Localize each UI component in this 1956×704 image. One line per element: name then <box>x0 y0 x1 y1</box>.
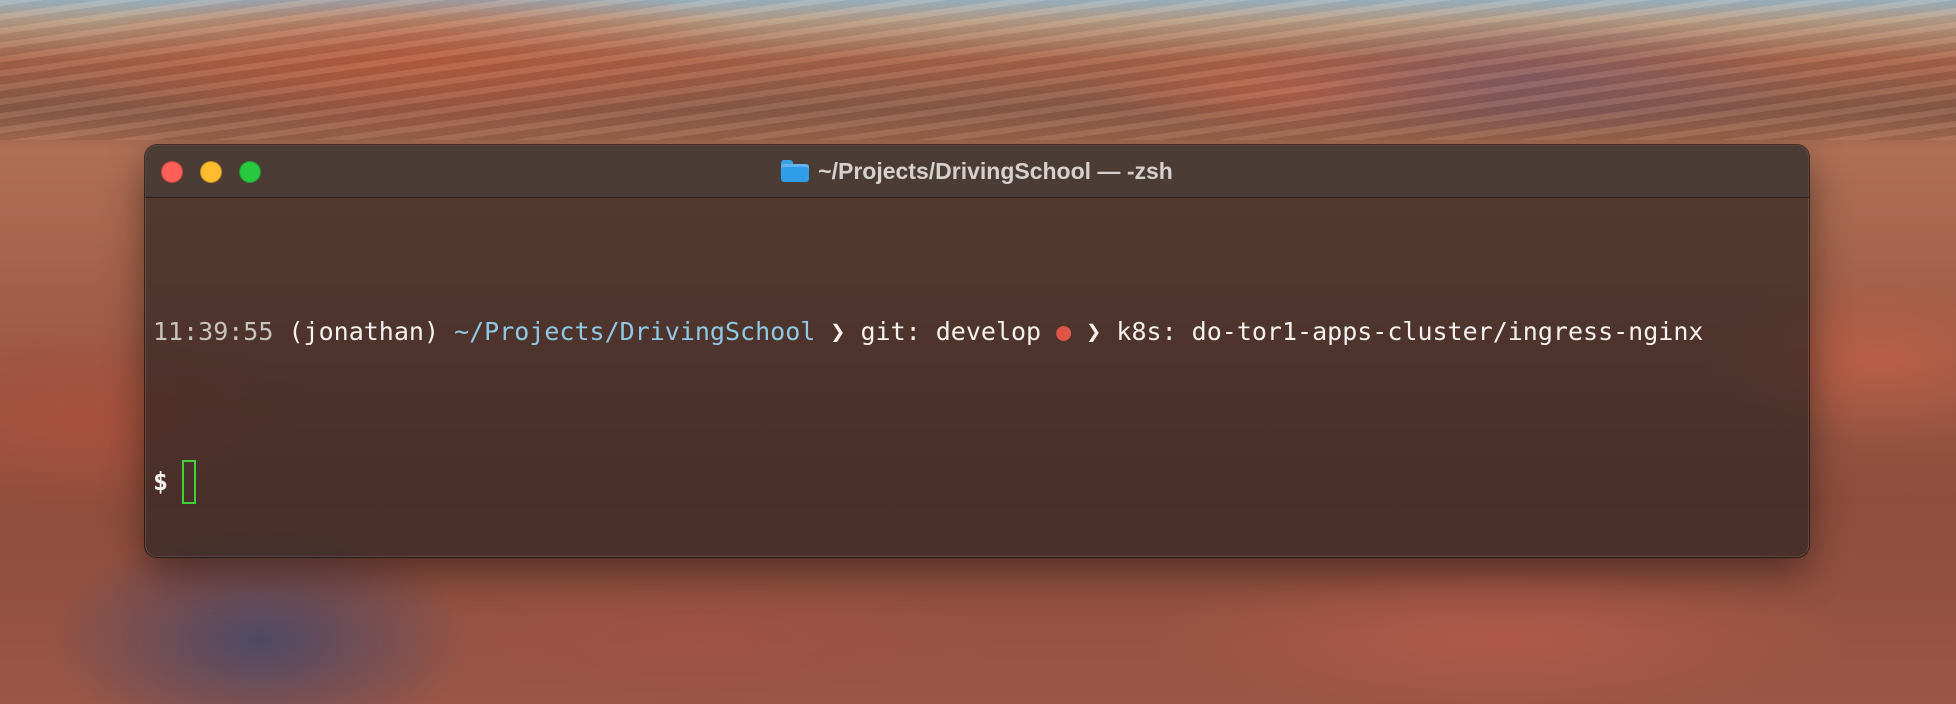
terminal-cursor[interactable] <box>182 460 197 504</box>
input-line[interactable]: $ <box>153 457 1801 507</box>
prompt-separator-2: ❯ <box>1086 317 1102 346</box>
prompt-line: 11:39:55 (jonathan) ~/Projects/DrivingSc… <box>153 307 1801 357</box>
prompt-separator: ❯ <box>830 317 846 346</box>
prompt-git-branch: git: develop <box>860 317 1042 346</box>
terminal-content[interactable]: 11:39:55 (jonathan) ~/Projects/DrivingSc… <box>153 207 1801 557</box>
prompt-path: ~/Projects/DrivingSchool <box>454 317 816 346</box>
window-title-text: ~/Projects/DrivingSchool — -zsh <box>818 157 1173 184</box>
prompt-user: (jonathan) <box>288 317 439 346</box>
title-bar[interactable]: ~/Projects/DrivingSchool — -zsh <box>145 145 1809 198</box>
git-dirty-indicator: ● <box>1056 317 1072 346</box>
wallpaper-texture <box>0 0 1956 140</box>
prompt-time: 11:39:55 <box>153 317 274 346</box>
window-title: ~/Projects/DrivingSchool — -zsh <box>145 145 1809 197</box>
folder-icon <box>781 160 810 182</box>
prompt-symbol: $ <box>153 467 169 496</box>
prompt-k8s-context: k8s: do-tor1-apps-cluster/ingress-nginx <box>1116 317 1704 346</box>
terminal-window[interactable]: ~/Projects/DrivingSchool — -zsh 11:39:55… <box>145 145 1809 557</box>
